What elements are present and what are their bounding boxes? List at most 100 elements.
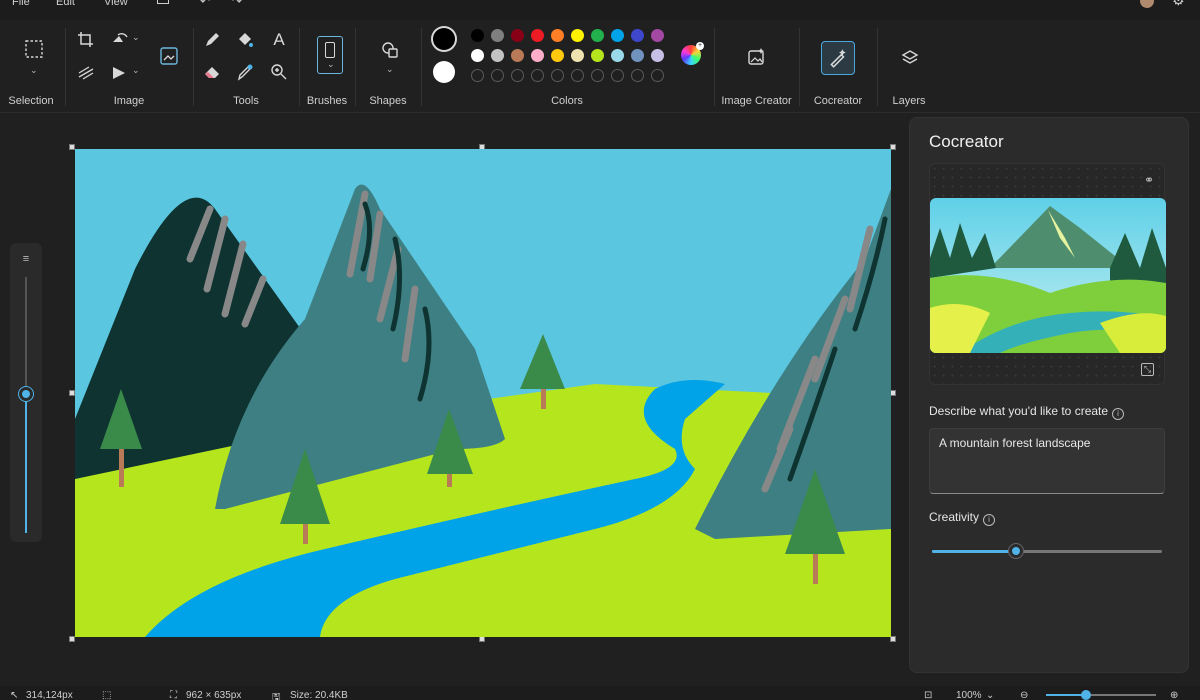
background-removal-icon[interactable] bbox=[158, 45, 180, 67]
menu-view[interactable]: View bbox=[104, 0, 128, 8]
color-swatch[interactable] bbox=[571, 49, 584, 62]
color-swatch[interactable] bbox=[611, 49, 624, 62]
brushes-label: Brushes bbox=[306, 95, 348, 107]
shapes-icon[interactable] bbox=[379, 39, 401, 61]
prompt-input[interactable]: A mountain forest landscape bbox=[929, 428, 1165, 494]
undo-icon[interactable]: ↶ bbox=[200, 0, 210, 8]
color-swatch[interactable] bbox=[591, 29, 604, 42]
color-swatch[interactable] bbox=[551, 29, 564, 42]
color-swatch[interactable] bbox=[611, 29, 624, 42]
layers-label: Layers bbox=[892, 95, 926, 107]
color-swatch[interactable] bbox=[471, 29, 484, 42]
text-icon[interactable]: A bbox=[268, 29, 290, 51]
color-swatch[interactable] bbox=[651, 49, 664, 62]
crop-icon[interactable] bbox=[75, 29, 97, 51]
custom-color-slot[interactable] bbox=[551, 69, 564, 82]
creativity-slider-fill bbox=[932, 550, 1017, 553]
panel-title: Cocreator bbox=[929, 132, 1004, 151]
rectangle-select-icon[interactable] bbox=[23, 38, 45, 60]
custom-color-slot[interactable] bbox=[591, 69, 604, 82]
creativity-slider-thumb[interactable] bbox=[1009, 544, 1023, 558]
flip-icon[interactable] bbox=[109, 62, 131, 84]
color-swatch[interactable] bbox=[511, 29, 524, 42]
drawing-canvas[interactable] bbox=[75, 149, 891, 637]
color-swatch[interactable] bbox=[491, 29, 504, 42]
zoom-level[interactable]: 100% bbox=[956, 690, 982, 700]
custom-color-slot[interactable] bbox=[471, 69, 484, 82]
avatar[interactable] bbox=[1140, 0, 1154, 8]
creativity-label: Creativity i bbox=[929, 510, 996, 526]
brush-icon bbox=[325, 42, 335, 58]
custom-color-slot[interactable] bbox=[571, 69, 584, 82]
zoom-in-icon[interactable]: ⊕ bbox=[1170, 690, 1178, 700]
link-icon[interactable]: ⚭ bbox=[1144, 173, 1154, 187]
zoom-slider-fill bbox=[1046, 694, 1086, 696]
color-swatch[interactable] bbox=[631, 29, 644, 42]
zoom-out-icon[interactable]: ⊖ bbox=[1020, 690, 1028, 700]
color-swatch[interactable] bbox=[511, 49, 524, 62]
fill-bucket-icon[interactable] bbox=[234, 29, 256, 51]
resize-icon[interactable] bbox=[75, 62, 97, 84]
layers-icon[interactable] bbox=[899, 47, 921, 69]
shapes-group: ⌄ Shapes bbox=[356, 20, 420, 113]
generated-image[interactable] bbox=[930, 198, 1166, 353]
canvas-painting bbox=[75, 149, 891, 637]
color-swatch[interactable] bbox=[531, 29, 544, 42]
color-swatch[interactable] bbox=[531, 49, 544, 62]
color-swatch[interactable] bbox=[491, 49, 504, 62]
image-group: ⌄ ⌄ Image bbox=[66, 20, 192, 113]
eraser-icon[interactable] bbox=[201, 61, 223, 83]
image-creator-icon[interactable] bbox=[745, 46, 767, 68]
zoom-slider-thumb[interactable] bbox=[1081, 690, 1091, 700]
chevron-down-icon[interactable]: ⌄ bbox=[132, 32, 140, 43]
slider-thumb[interactable] bbox=[19, 387, 33, 401]
secondary-color-swatch[interactable] bbox=[433, 61, 455, 83]
custom-color-slot[interactable] bbox=[511, 69, 524, 82]
magnifier-icon[interactable] bbox=[268, 61, 290, 83]
rotate-icon[interactable] bbox=[109, 29, 131, 51]
tools-label: Tools bbox=[233, 95, 259, 107]
selection-label: Selection bbox=[8, 95, 54, 107]
chevron-down-icon: ⌄ bbox=[327, 59, 335, 69]
menu-file[interactable]: File bbox=[12, 0, 30, 8]
gear-icon[interactable]: ⚙ bbox=[1172, 0, 1185, 9]
color-swatch[interactable] bbox=[471, 49, 484, 62]
chevron-down-icon[interactable]: ⌄ bbox=[386, 64, 394, 75]
chevron-down-icon[interactable]: ⌄ bbox=[30, 65, 38, 76]
cursor-icon: ↖ bbox=[10, 690, 19, 700]
info-icon[interactable]: i bbox=[983, 514, 996, 526]
brush-size-slider[interactable]: ≡ bbox=[10, 243, 42, 542]
brush-selector[interactable]: ⌄ bbox=[317, 36, 343, 74]
color-picker-icon[interactable] bbox=[234, 61, 256, 83]
expand-icon[interactable]: ⤡ bbox=[1141, 363, 1154, 376]
color-swatch[interactable] bbox=[571, 29, 584, 42]
info-icon[interactable]: i bbox=[1112, 408, 1125, 420]
custom-color-slot[interactable] bbox=[531, 69, 544, 82]
pencil-icon[interactable] bbox=[201, 29, 223, 51]
layers-group: Layers bbox=[878, 20, 940, 113]
color-swatch[interactable] bbox=[551, 49, 564, 62]
edit-colors-icon[interactable]: + bbox=[681, 42, 704, 65]
custom-color-slot[interactable] bbox=[611, 69, 624, 82]
image-creator-group: Image Creator bbox=[715, 20, 798, 113]
image-creator-label: Image Creator bbox=[721, 95, 792, 107]
menu-edit[interactable]: Edit bbox=[56, 0, 75, 8]
redo-icon[interactable]: ↷ bbox=[232, 0, 242, 8]
color-swatch[interactable] bbox=[631, 49, 644, 62]
menu-bar: File Edit View ↶ ↷ ⚙ bbox=[0, 0, 1200, 20]
custom-color-slot[interactable] bbox=[651, 69, 664, 82]
image-label: Image bbox=[113, 95, 145, 107]
fit-to-window-icon[interactable]: ⊡ bbox=[924, 690, 932, 700]
primary-color-swatch[interactable] bbox=[433, 28, 455, 50]
custom-color-slot[interactable] bbox=[631, 69, 644, 82]
brushes-group: ⌄ Brushes bbox=[300, 20, 354, 113]
color-swatch[interactable] bbox=[591, 49, 604, 62]
generated-preview-box: ⚭ ⤡ bbox=[929, 163, 1166, 385]
chevron-down-icon[interactable]: ⌄ bbox=[132, 65, 140, 76]
custom-color-slot[interactable] bbox=[491, 69, 504, 82]
color-swatch[interactable] bbox=[651, 29, 664, 42]
cocreator-button[interactable] bbox=[821, 41, 855, 75]
describe-label: Describe what you'd like to create i bbox=[929, 404, 1125, 420]
chevron-down-icon[interactable]: ⌄ bbox=[986, 690, 994, 700]
save-icon[interactable] bbox=[157, 0, 169, 4]
